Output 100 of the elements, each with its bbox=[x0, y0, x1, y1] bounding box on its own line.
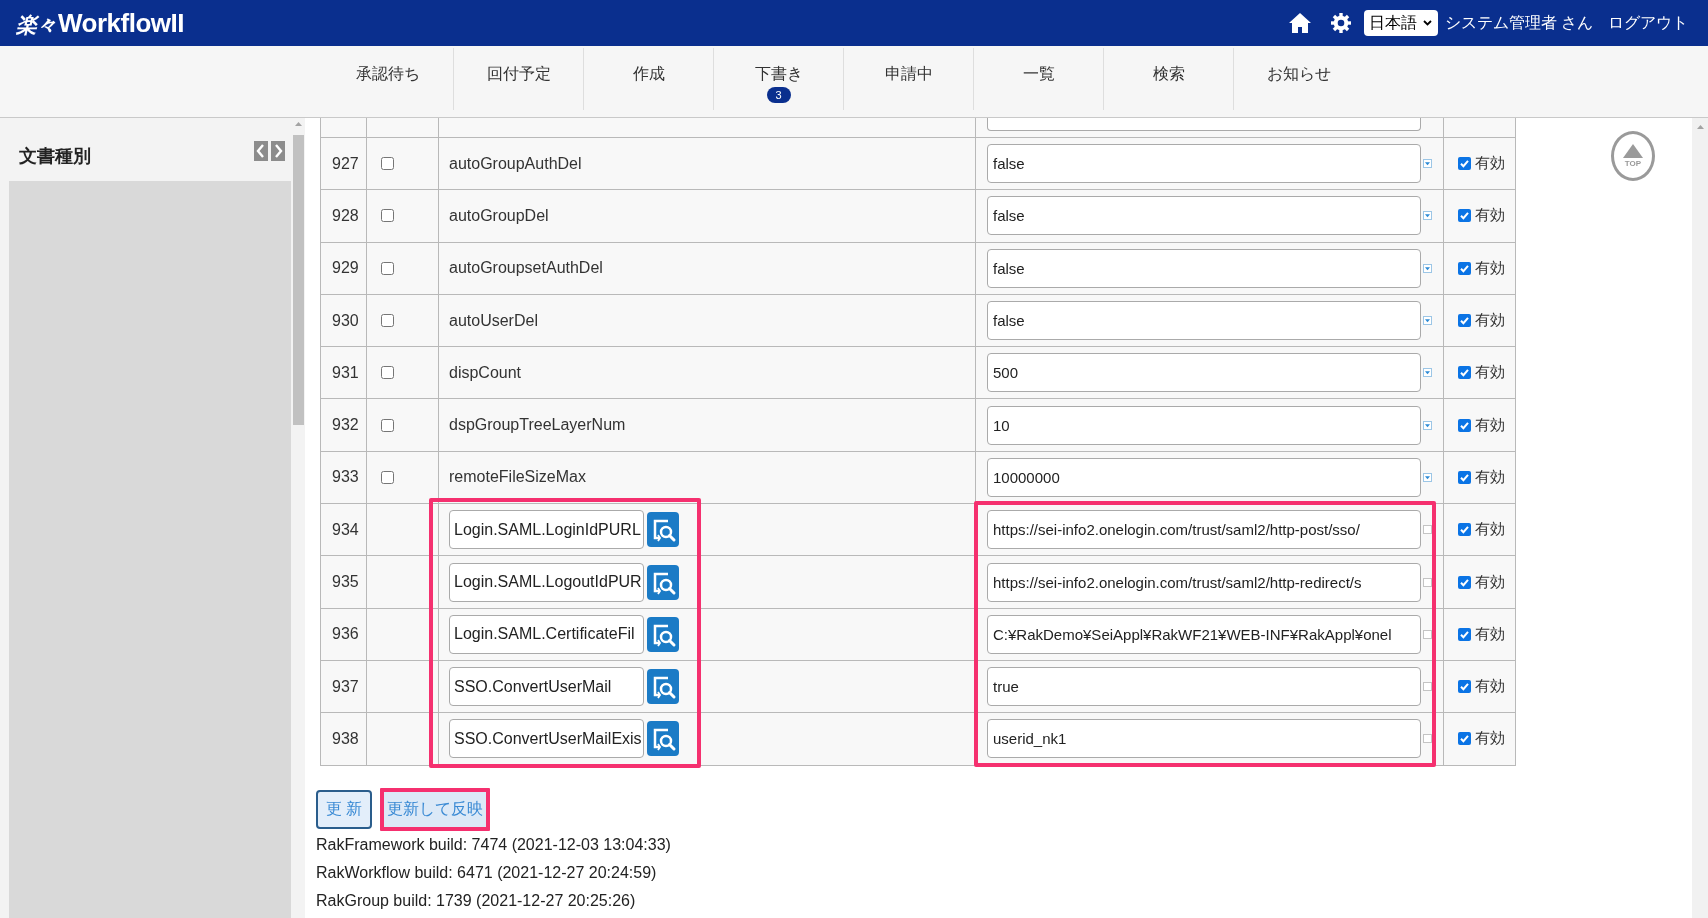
setting-name: remoteFileSizeMax bbox=[449, 468, 586, 487]
checkbox[interactable] bbox=[381, 418, 394, 432]
value-field[interactable]: true bbox=[987, 667, 1421, 707]
nav-tab[interactable]: 一覧 bbox=[973, 48, 1103, 110]
dropdown-icon[interactable] bbox=[1423, 420, 1432, 430]
sidebar-title: 文書種別 bbox=[19, 145, 91, 168]
row-number: 928 bbox=[332, 206, 359, 225]
checkbox[interactable] bbox=[381, 470, 394, 484]
user-name: システム管理者 さん bbox=[1444, 12, 1593, 33]
dropdown-icon[interactable] bbox=[1423, 211, 1432, 221]
value-field[interactable]: false bbox=[987, 248, 1421, 288]
dropdown-icon[interactable] bbox=[1423, 316, 1432, 326]
square-icon bbox=[1423, 577, 1432, 587]
build-info: RakFramework build: 7474 (2021-12-03 13:04:33) bbox=[316, 834, 671, 855]
checkbox[interactable] bbox=[381, 157, 394, 171]
build-info: RakGroup build: 1739 (2021-12-27 20:25:26) bbox=[316, 890, 636, 911]
nav-tab[interactable]: お知らせ bbox=[1233, 48, 1363, 110]
checkbox[interactable] bbox=[1458, 209, 1471, 223]
checkbox-label: 有効 bbox=[1475, 677, 1505, 697]
checkbox[interactable] bbox=[381, 209, 394, 223]
app-logo: 楽々WorkflowII bbox=[16, 7, 184, 39]
value-field[interactable]: 10000000 bbox=[987, 457, 1421, 497]
search-icon[interactable] bbox=[647, 564, 679, 600]
scrollbar[interactable] bbox=[1692, 118, 1708, 918]
setting-name: autoUserDel bbox=[449, 311, 538, 330]
chevron-right-icon[interactable] bbox=[271, 141, 285, 161]
value-field[interactable] bbox=[987, 118, 1421, 131]
row-number: 927 bbox=[332, 154, 359, 173]
nav-tab[interactable]: 回付予定 bbox=[453, 48, 583, 110]
chevron-left-icon[interactable] bbox=[254, 141, 268, 161]
checkbox[interactable] bbox=[381, 261, 394, 275]
dropdown-icon[interactable] bbox=[1423, 263, 1432, 273]
row-number: 931 bbox=[332, 363, 359, 382]
checkbox-label: 有効 bbox=[1475, 624, 1505, 644]
checkbox-label: 有効 bbox=[1475, 467, 1505, 487]
setting-name: dispCount bbox=[449, 363, 522, 382]
value-field[interactable]: https://sei-info2.onelogin.com/trust/saml2/http-post/sso/ bbox=[987, 510, 1421, 550]
checkbox[interactable] bbox=[1458, 575, 1471, 589]
value-field[interactable]: false bbox=[987, 301, 1421, 341]
value-field[interactable]: false bbox=[987, 144, 1421, 184]
name-field[interactable]: SSO.ConvertUserMail bbox=[449, 667, 644, 707]
name-field[interactable]: Login.SAML.LogoutIdPUR bbox=[449, 562, 644, 602]
checkbox[interactable] bbox=[1458, 314, 1471, 328]
row-number: 937 bbox=[332, 677, 359, 696]
language-select[interactable]: 日本語 bbox=[1363, 10, 1438, 36]
square-icon bbox=[1423, 734, 1432, 744]
checkbox-label: 有効 bbox=[1475, 154, 1505, 174]
logout-link[interactable]: ログアウト bbox=[1608, 12, 1688, 34]
setting-name: autoGroupsetAuthDel bbox=[449, 259, 603, 278]
checkbox[interactable] bbox=[1458, 523, 1471, 537]
name-field[interactable]: Login.SAML.LoginIdPURL bbox=[449, 510, 644, 550]
row-number: 934 bbox=[332, 520, 359, 539]
search-icon[interactable] bbox=[647, 512, 679, 548]
checkbox-label: 有効 bbox=[1475, 572, 1505, 592]
name-field[interactable]: SSO.ConvertUserMailExis bbox=[449, 719, 644, 759]
scrollbar-thumb[interactable] bbox=[293, 135, 304, 425]
checkbox[interactable] bbox=[1458, 261, 1471, 275]
home-icon[interactable] bbox=[1288, 13, 1311, 33]
checkbox-label: 有効 bbox=[1475, 729, 1505, 749]
value-field[interactable]: https://sei-info2.onelogin.com/trust/saml2/http-redirect/s bbox=[987, 562, 1421, 602]
dropdown-icon[interactable] bbox=[1423, 472, 1432, 482]
nav-tab[interactable]: 申請中 bbox=[843, 48, 973, 110]
checkbox-label: 有効 bbox=[1475, 258, 1505, 278]
setting-name: autoGroupDel bbox=[449, 206, 549, 225]
value-field[interactable]: 10 bbox=[987, 405, 1421, 445]
checkbox[interactable] bbox=[1458, 366, 1471, 380]
build-info: RakWorkflow build: 6471 (2021-12-27 20:24:59) bbox=[316, 862, 657, 883]
value-field[interactable]: 500 bbox=[987, 353, 1421, 393]
checkbox-label: 有効 bbox=[1475, 311, 1505, 331]
setting-name: autoGroupAuthDel bbox=[449, 154, 582, 173]
checkbox[interactable] bbox=[1458, 418, 1471, 432]
checkbox[interactable] bbox=[1458, 627, 1471, 641]
checkbox[interactable] bbox=[1458, 157, 1471, 171]
row-number: 933 bbox=[332, 468, 359, 487]
nav-tab[interactable]: 作成 bbox=[583, 48, 713, 110]
nav-tab[interactable]: 下書き 3 bbox=[713, 48, 843, 110]
settings-icon[interactable] bbox=[1330, 13, 1351, 33]
checkbox[interactable] bbox=[381, 366, 394, 380]
triangle-up-icon bbox=[1623, 144, 1643, 158]
row-number: 929 bbox=[332, 259, 359, 278]
setting-name: dspGroupTreeLayerNum bbox=[449, 416, 626, 435]
value-field[interactable]: false bbox=[987, 196, 1421, 236]
square-icon bbox=[1423, 525, 1432, 535]
checkbox[interactable] bbox=[1458, 732, 1471, 746]
value-field[interactable]: C:¥RakDemo¥SeiAppl¥RakWF21¥WEB-INF¥RakAppl¥onel bbox=[987, 614, 1421, 654]
checkbox[interactable] bbox=[381, 314, 394, 328]
dropdown-icon[interactable] bbox=[1423, 368, 1432, 378]
search-icon[interactable] bbox=[647, 616, 679, 652]
nav-tab[interactable]: 検索 bbox=[1103, 48, 1233, 110]
checkbox[interactable] bbox=[1458, 470, 1471, 484]
name-field[interactable]: Login.SAML.CertificateFil bbox=[449, 614, 644, 654]
count-badge: 3 bbox=[766, 87, 791, 103]
value-field[interactable]: userid_nk1 bbox=[987, 719, 1421, 759]
nav-tab[interactable]: 承認待ち bbox=[323, 48, 453, 110]
row-number: 935 bbox=[332, 573, 359, 591]
search-icon[interactable] bbox=[647, 721, 679, 757]
search-icon[interactable] bbox=[647, 669, 679, 705]
caret-icon bbox=[1422, 20, 1432, 26]
checkbox[interactable] bbox=[1458, 680, 1471, 694]
dropdown-icon[interactable] bbox=[1423, 159, 1432, 169]
